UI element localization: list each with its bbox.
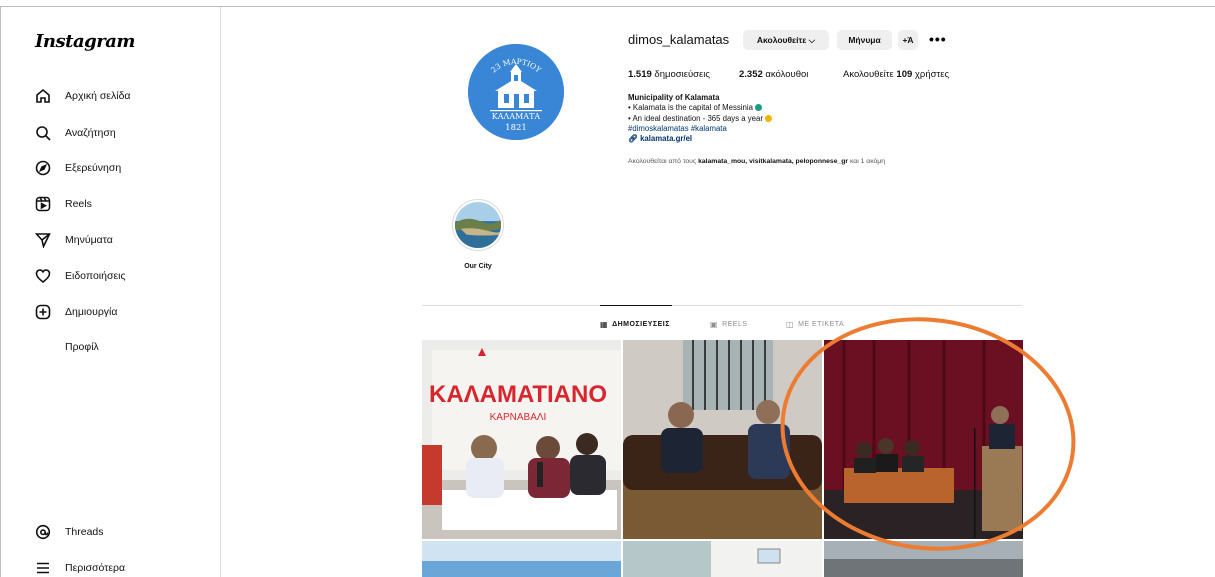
post-thumbnail[interactable] [623, 541, 822, 577]
instagram-logo[interactable]: Instagram [35, 31, 135, 52]
bio-name: Municipality of Kalamata [628, 93, 720, 102]
add-user-icon: +Ά [902, 35, 914, 45]
sidebar-item-label: Threads [65, 526, 104, 538]
svg-text:ΚΑΡΝΑΒΑΛΙ: ΚΑΡΝΑΒΑΛΙ [490, 412, 547, 423]
post-thumbnail[interactable]: ΚΑΛΑΜΑΤΙΑΝΟ ΚΑΡΝΑΒΑΛΙ [422, 340, 621, 539]
svg-text:1821: 1821 [505, 123, 527, 133]
story-highlight[interactable] [452, 199, 504, 251]
highlight-label: Our City [464, 263, 492, 270]
sidebar-item-profile[interactable]: Προφίλ [35, 337, 99, 357]
green-circle-emoji [754, 104, 762, 112]
message-button[interactable]: Μήνυμα [837, 30, 892, 50]
active-tab-indicator [600, 305, 672, 306]
posts-stat[interactable]: 1.519 δημοσιεύσεις [628, 69, 710, 80]
menu-icon [35, 560, 51, 576]
yellow-circle-emoji [764, 114, 772, 122]
sidebar: Instagram Αρχική σελίδα Αναζήτηση Εξερεύ… [1, 7, 221, 577]
sidebar-item-label: Προφίλ [65, 341, 99, 353]
search-icon [35, 125, 51, 141]
bio-line: • Kalamata is the capital of Messinia [628, 103, 772, 113]
bio-link[interactable]: 🔗︎ kalamata.gr/el [628, 134, 772, 144]
bio-line: • An ideal destination - 365 days a year [628, 114, 772, 124]
sidebar-item-label: Ειδοποιήσεις [65, 270, 126, 282]
tab-reels[interactable]: ▣ REELS [710, 320, 748, 329]
sidebar-item-label: Αναζήτηση [65, 127, 116, 139]
messages-icon [35, 232, 51, 248]
profile-icon [35, 339, 51, 355]
heart-icon [35, 268, 51, 284]
link-icon: 🔗︎ [628, 134, 638, 144]
tagged-icon: ◫ [786, 320, 795, 329]
following-stat[interactable]: Ακολουθείτε 109 χρήστες [843, 69, 949, 80]
profile-username: dimos_kalamatas [628, 32, 730, 47]
post-thumbnail[interactable] [422, 541, 621, 577]
sidebar-item-reels[interactable]: Reels [35, 194, 92, 214]
reels-tab-icon: ▣ [710, 320, 719, 329]
followed-by[interactable]: Ακολουθείται από τους kalamata_mou, visi… [628, 158, 885, 165]
threads-icon [35, 524, 51, 540]
suggest-users-button[interactable]: +Ά [898, 30, 918, 50]
sidebar-item-messages[interactable]: Μηνύματα [35, 230, 113, 250]
bio-hashtags[interactable]: #dimoskalamatas #kalamata [628, 124, 772, 134]
more-options-icon[interactable]: ••• [929, 31, 947, 47]
sidebar-item-label: Αρχική σελίδα [65, 90, 131, 102]
post-thumbnail[interactable] [623, 340, 822, 539]
following-button[interactable]: Ακολουθείτε ⌵ [743, 30, 829, 50]
post-thumbnail[interactable] [824, 340, 1023, 539]
highlight-cover [455, 202, 501, 248]
sidebar-item-home[interactable]: Αρχική σελίδα [35, 86, 131, 106]
tab-tagged[interactable]: ◫ ΜΕ ΕΤΙΚΕΤΑ [786, 320, 844, 329]
tabs-divider [422, 305, 1022, 306]
profile-bio: Municipality of Kalamata • Kalamata is t… [628, 93, 772, 144]
sidebar-item-notifications[interactable]: Ειδοποιήσεις [35, 266, 126, 286]
reels-icon [35, 196, 51, 212]
sidebar-item-create[interactable]: Δημιουργία [35, 302, 117, 322]
sidebar-item-search[interactable]: Αναζήτηση [35, 123, 116, 143]
post-thumbnail[interactable] [824, 541, 1023, 577]
sidebar-item-label: Εξερεύνηση [65, 162, 122, 174]
sidebar-item-label: Δημιουργία [65, 306, 118, 318]
sidebar-item-threads[interactable]: Threads [35, 522, 104, 542]
svg-text:ΚΑΛΑΜΑΤΙΑΝΟ: ΚΑΛΑΜΑΤΙΑΝΟ [429, 381, 607, 408]
tab-posts[interactable]: ▦ ΔΗΜΟΣΙΕΥΣΕΙΣ [600, 320, 670, 329]
sidebar-item-explore[interactable]: Εξερεύνηση [35, 158, 121, 178]
svg-text:ΚΑΛΑΜΑΤΑ: ΚΑΛΑΜΑΤΑ [492, 112, 541, 121]
sidebar-item-more[interactable]: Περισσότερα [35, 558, 125, 577]
profile-avatar[interactable]: 23 ΜΑΡΤΙΟΥ ΚΑΛΑΜΑΤΑ 1821 [468, 44, 564, 140]
sidebar-item-label: Reels [65, 198, 92, 210]
home-icon [35, 88, 51, 104]
create-icon [35, 304, 51, 320]
followers-stat[interactable]: 2.352 ακόλουθοι [739, 69, 808, 80]
sidebar-item-label: Περισσότερα [65, 562, 126, 574]
compass-icon [35, 160, 51, 176]
grid-icon: ▦ [600, 320, 609, 329]
sidebar-item-label: Μηνύματα [65, 234, 113, 246]
